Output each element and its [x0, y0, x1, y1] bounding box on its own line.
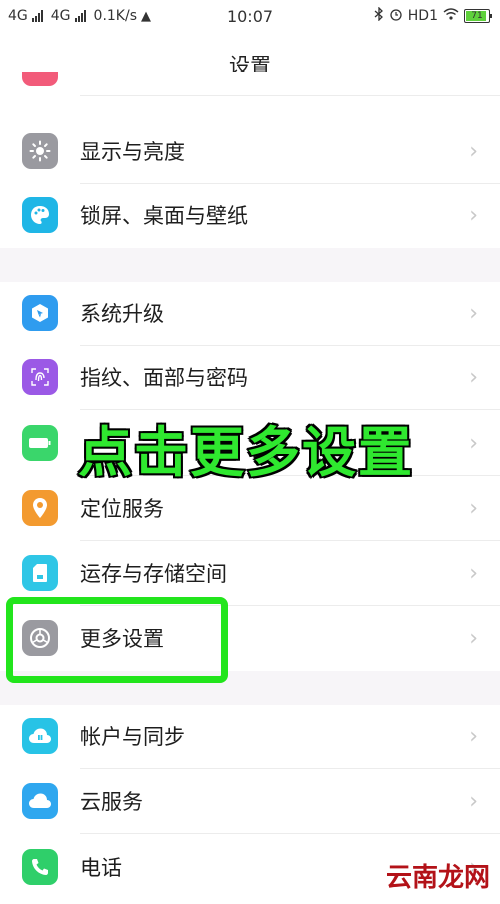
bluetooth-icon [374, 6, 384, 25]
settings-row-label: 电话 [80, 856, 122, 880]
upgrade-icon [22, 295, 58, 331]
section-gap [0, 248, 500, 282]
battery-icon: 71 [464, 9, 492, 23]
status-bar: 4G 4G 0.1K/s ▲ 10:07 HD1 71 [0, 0, 500, 32]
hd-indicator: HD1 [407, 8, 438, 24]
settings-row-cloud[interactable]: 云服务 › [0, 770, 500, 834]
chevron-right-icon: › [469, 561, 478, 586]
account-sync-icon [22, 718, 58, 754]
fingerprint-icon [22, 359, 58, 395]
chevron-right-icon: › [469, 724, 478, 749]
settings-row-label: 指纹、面部与密码 [80, 366, 248, 390]
chevron-right-icon: › [469, 203, 478, 228]
chevron-right-icon: › [469, 789, 478, 814]
chevron-right-icon: › [469, 496, 478, 521]
settings-row-label: 显示与亮度 [80, 140, 185, 164]
chevron-right-icon: › [469, 365, 478, 390]
settings-row-label: 锁屏、桌面与壁纸 [80, 204, 248, 228]
palette-icon [22, 197, 58, 233]
settings-row-display[interactable]: 显示与亮度 › [0, 120, 500, 184]
settings-row-partial[interactable] [0, 72, 500, 96]
chevron-right-icon: › [469, 431, 478, 456]
settings-row-label: 云服务 [80, 790, 143, 814]
phone-icon [22, 849, 58, 885]
settings-row-fingerprint[interactable]: 指纹、面部与密码 › [0, 346, 500, 410]
settings-row-label: 帐户与同步 [80, 725, 185, 749]
settings-row-label: 系统升级 [80, 302, 164, 326]
chevron-right-icon: › [469, 301, 478, 326]
settings-row-upgrade[interactable]: 系统升级 › [0, 282, 500, 346]
chevron-right-icon: › [469, 139, 478, 164]
storage-icon [22, 555, 58, 591]
alarm-icon [389, 7, 403, 25]
wifi-icon [443, 8, 459, 24]
settings-row-lockscreen[interactable]: 锁屏、桌面与壁纸 › [0, 184, 500, 248]
sound-icon [22, 72, 58, 86]
battery-level: 71 [471, 11, 483, 21]
settings-row-account-sync[interactable]: 帐户与同步 › [0, 705, 500, 769]
instruction-overlay: 点击更多设置 [77, 420, 414, 486]
cloud-icon [22, 783, 58, 819]
chevron-right-icon: › [469, 626, 478, 651]
status-right: HD1 71 [374, 6, 492, 25]
location-icon [22, 490, 58, 526]
sun-icon [22, 133, 58, 169]
watermark: 云南龙网 [385, 863, 490, 893]
highlight-box [6, 597, 228, 683]
battery-icon [22, 425, 58, 461]
